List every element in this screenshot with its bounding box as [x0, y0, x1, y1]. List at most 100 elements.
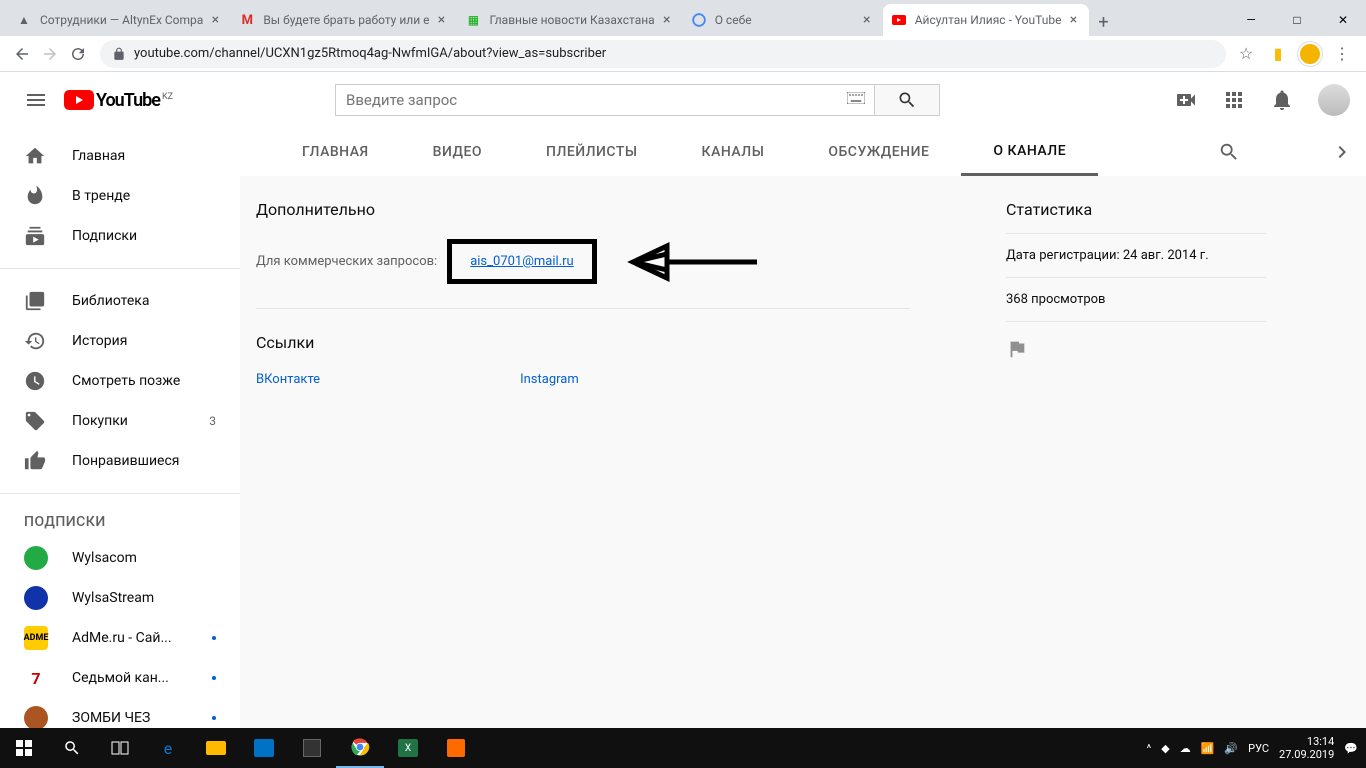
sidebar-sub-item[interactable]: ADMEAdMe.ru - Сай...: [0, 618, 240, 658]
new-tab-button[interactable]: +: [1089, 8, 1117, 36]
create-video-icon[interactable]: [1174, 88, 1198, 112]
sidebar-liked[interactable]: Понравившиеся: [0, 441, 240, 481]
back-button[interactable]: [8, 40, 36, 68]
edge-icon[interactable]: e: [144, 728, 192, 768]
sidebar-sub-item[interactable]: Wylsacom: [0, 538, 240, 578]
keyboard-icon[interactable]: [847, 92, 865, 104]
close-icon[interactable]: ×: [433, 12, 449, 28]
menu-icon[interactable]: ⋮: [1330, 42, 1354, 66]
url-field[interactable]: youtube.com/channel/UCXN1gz5Rtmoq4ag-Nwf…: [100, 40, 1226, 68]
browser-tab-active[interactable]: Айсултан Илияс - YouTube ×: [883, 4, 1090, 36]
start-button[interactable]: [0, 728, 48, 768]
favicon-altynex: ▲: [16, 12, 32, 28]
sidebar-label: Wylsacom: [72, 550, 137, 566]
url-text: youtube.com/channel/UCXN1gz5Rtmoq4ag-Nwf…: [134, 46, 606, 61]
tab-playlists[interactable]: ПЛЕЙЛИСТЫ: [514, 128, 670, 176]
close-icon[interactable]: ×: [1065, 12, 1081, 28]
sidebar-label: Библиотека: [72, 293, 149, 309]
youtube-play-icon: [64, 90, 94, 110]
search-container: [335, 84, 940, 116]
forward-button[interactable]: [36, 40, 64, 68]
favicon-gmail: M: [239, 12, 255, 28]
notifications-icon[interactable]: [1270, 88, 1294, 112]
action-center-icon[interactable]: 💬: [1344, 742, 1358, 755]
app-icon[interactable]: [432, 728, 480, 768]
tray-cloud-icon[interactable]: ☁: [1180, 742, 1191, 755]
excel-icon[interactable]: X: [384, 728, 432, 768]
browser-tab[interactable]: ▲ Сотрудники — AltynEx Compa ×: [8, 4, 231, 36]
tab-channels[interactable]: КАНАЛЫ: [670, 128, 797, 176]
link-instagram[interactable]: Instagram: [520, 372, 579, 387]
browser-tab[interactable]: M Вы будете брать работу или е ×: [231, 4, 457, 36]
sidebar-label: AdMe.ru - Сай...: [72, 630, 172, 646]
home-icon: [24, 145, 48, 167]
section-links: Ссылки: [256, 333, 910, 352]
calculator-icon[interactable]: [288, 728, 336, 768]
sidebar-trending[interactable]: В тренде: [0, 176, 240, 216]
tab-home[interactable]: ГЛАВНАЯ: [270, 128, 401, 176]
close-window-button[interactable]: ✕: [1320, 4, 1366, 36]
tab-title: Главные новости Казахстана: [489, 13, 654, 27]
sidebar-watch-later[interactable]: Смотреть позже: [0, 361, 240, 401]
tray-wifi-icon[interactable]: 📶: [1201, 742, 1215, 755]
youtube-logo[interactable]: YouTube KZ: [64, 90, 173, 111]
tray-chevron-icon[interactable]: ^: [1147, 742, 1152, 755]
tab-about[interactable]: О КАНАЛЕ: [961, 128, 1098, 176]
subs-icon: [24, 225, 48, 247]
apps-icon[interactable]: [1222, 88, 1246, 112]
tray-language[interactable]: РУС: [1248, 742, 1269, 755]
report-flag-icon[interactable]: [1006, 338, 1266, 360]
sidebar-sub-item[interactable]: ЗОМБИ ЧЕЗ: [0, 698, 240, 728]
chrome-icon[interactable]: [336, 728, 384, 768]
sidebar-purchases[interactable]: Покупки3: [0, 401, 240, 441]
sidebar-subscriptions[interactable]: Подписки: [0, 216, 240, 256]
business-email-link[interactable]: ais_0701@mail.ru: [470, 254, 574, 269]
user-avatar[interactable]: [1318, 84, 1350, 116]
tray-app-icon[interactable]: ◆: [1161, 742, 1169, 755]
tray-volume-icon[interactable]: 🔊: [1224, 742, 1238, 755]
task-view[interactable]: [96, 728, 144, 768]
search-taskbar[interactable]: [48, 728, 96, 768]
yt-header: YouTube KZ: [0, 72, 1366, 128]
browser-tab[interactable]: О себе ×: [683, 4, 883, 36]
sidebar-sub-item[interactable]: WylsaStream: [0, 578, 240, 618]
tab-videos[interactable]: ВИДЕО: [401, 128, 514, 176]
sidebar-label: Главная: [72, 148, 125, 164]
channel-avatar: [24, 546, 48, 570]
tray-clock[interactable]: 13:14 27.09.2019: [1279, 735, 1334, 761]
extension-icon[interactable]: ▮: [1266, 42, 1290, 66]
sidebar-library[interactable]: Библиотека: [0, 281, 240, 321]
close-icon[interactable]: ×: [859, 12, 875, 28]
trending-icon: [24, 185, 48, 207]
sidebar-sub-item[interactable]: 7Седьмой кан...: [0, 658, 240, 698]
sidebar-home[interactable]: Главная: [0, 136, 240, 176]
new-dot: [212, 636, 216, 640]
arrow-annotation: [627, 242, 757, 282]
email-annotation-box: ais_0701@mail.ru: [447, 239, 597, 284]
windows-taskbar: e X ^ ◆ ☁ 📶 🔊 РУС 13:14 27.09.2019 💬: [0, 728, 1366, 768]
channel-search-icon[interactable]: [1202, 141, 1256, 163]
browser-tab[interactable]: ▦ Главные новости Казахстана ×: [457, 4, 682, 36]
search-input[interactable]: [335, 84, 875, 116]
link-vk[interactable]: ВКонтакте: [256, 372, 320, 387]
close-icon[interactable]: ×: [207, 12, 223, 28]
star-icon[interactable]: ☆: [1234, 42, 1258, 66]
chevron-right-icon[interactable]: [1330, 140, 1354, 164]
sidebar-history[interactable]: История: [0, 321, 240, 361]
favicon-google: [691, 12, 707, 28]
outlook-icon[interactable]: [240, 728, 288, 768]
search-button[interactable]: [875, 84, 940, 116]
tab-discussion[interactable]: ОБСУЖДЕНИЕ: [796, 128, 961, 176]
close-icon[interactable]: ×: [659, 12, 675, 28]
maximize-button[interactable]: □: [1274, 4, 1320, 36]
minimize-button[interactable]: ―: [1228, 4, 1274, 36]
explorer-icon[interactable]: [192, 728, 240, 768]
tab-title: Вы будете брать работу или е: [263, 13, 429, 27]
thumb-up-icon: [24, 450, 48, 472]
sidebar-label: ЗОМБИ ЧЕЗ: [72, 710, 150, 726]
section-additional: Дополнительно: [256, 200, 910, 219]
reload-button[interactable]: [64, 40, 92, 68]
tab-title: Айсултан Илияс - YouTube: [915, 13, 1062, 27]
profile-avatar[interactable]: [1298, 42, 1322, 66]
hamburger-menu[interactable]: [16, 80, 56, 120]
